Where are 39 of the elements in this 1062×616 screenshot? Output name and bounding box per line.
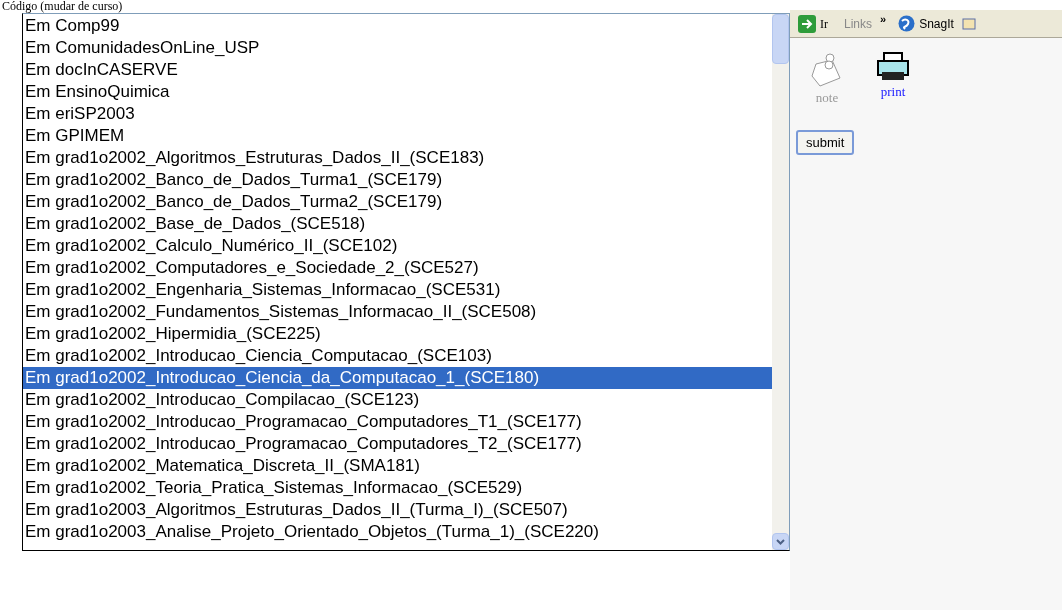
- list-option[interactable]: Em EnsinoQuimica: [23, 81, 772, 103]
- list-option[interactable]: Em grad1o2002_Calculo_Numérico_II_(SCE102): [23, 235, 772, 257]
- list-option[interactable]: Em grad1o2002_Hipermidia_(SCE225): [23, 323, 772, 345]
- list-option[interactable]: Em grad1o2002_Introducao_Ciencia_da_Computacao_1_(SCE180): [23, 367, 772, 389]
- scrollbar-thumb[interactable]: [772, 14, 789, 64]
- print-button[interactable]: print: [876, 52, 910, 108]
- list-option[interactable]: Em eriSP2003: [23, 103, 772, 125]
- printer-icon: [876, 52, 910, 82]
- arrow-right-icon: [798, 14, 816, 33]
- list-option[interactable]: Em GPIMEM: [23, 125, 772, 147]
- course-listbox[interactable]: [22, 13, 790, 551]
- list-option[interactable]: Em grad1o2002_Algoritmos_Estruturas_Dados_II_(SCE183): [23, 147, 772, 169]
- scrollbar[interactable]: [772, 14, 789, 550]
- list-option[interactable]: Em grad1o2002_Teoria_Pratica_Sistemas_Informacao_(SCE529): [23, 477, 772, 499]
- chevron-down-icon: [776, 538, 785, 545]
- list-option[interactable]: Em Comp99: [23, 15, 772, 37]
- list-option[interactable]: Em grad1o2002_Banco_de_Dados_Turma2_(SCE179): [23, 191, 772, 213]
- list-option[interactable]: Em grad1o2003_Analise_Projeto_Orientado_Objetos_(Turma_1)_(SCE220): [23, 521, 772, 543]
- list-option[interactable]: Em grad1o2002_Base_de_Dados_(SCE518): [23, 213, 772, 235]
- snagit-button[interactable]: SnagIt: [898, 14, 954, 33]
- scroll-down-button[interactable]: [772, 533, 789, 550]
- list-option[interactable]: Em grad1o2002_Computadores_e_Sociedade_2_(SCE527): [23, 257, 772, 279]
- go-button[interactable]: Ir: [798, 14, 828, 33]
- list-option[interactable]: Em docInCASERVE: [23, 59, 772, 81]
- page-title: Código (mudar de curso): [1, 0, 123, 12]
- list-option[interactable]: Em grad1o2002_Banco_de_Dados_Turma1_(SCE179): [23, 169, 772, 191]
- list-option[interactable]: Em grad1o2002_Introducao_Compilacao_(SCE123): [23, 389, 772, 411]
- list-option[interactable]: Em grad1o2002_Engenharia_Sistemas_Informacao_(SCE531): [23, 279, 772, 301]
- swirl-icon: [898, 15, 916, 32]
- list-option[interactable]: Em grad1o2002_Introducao_Programacao_Computadores_T2_(SCE177): [23, 433, 772, 455]
- list-option[interactable]: Em grad1o2002_Fundamentos_Sistemas_Informacao_II_(SCE508): [23, 301, 772, 323]
- more-links-button[interactable]: »: [880, 11, 887, 28]
- list-option[interactable]: Em ComunidadesOnLine_USP: [23, 37, 772, 59]
- list-option[interactable]: Em grad1o2002_Introducao_Ciencia_Computacao_(SCE103): [23, 345, 772, 367]
- window-icon[interactable]: [961, 16, 976, 31]
- submit-button[interactable]: submit: [796, 129, 855, 155]
- list-option[interactable]: Em grad1o2002_Matematica_Discreta_II_(SMA181): [23, 455, 772, 477]
- list-option[interactable]: Em grad1o2003_Algoritmos_Estruturas_Dados_II_(Turma_I)_(SCE507): [23, 499, 772, 521]
- list-option[interactable]: Em grad1o2002_Introducao_Programacao_Computadores_T1_(SCE177): [23, 411, 772, 433]
